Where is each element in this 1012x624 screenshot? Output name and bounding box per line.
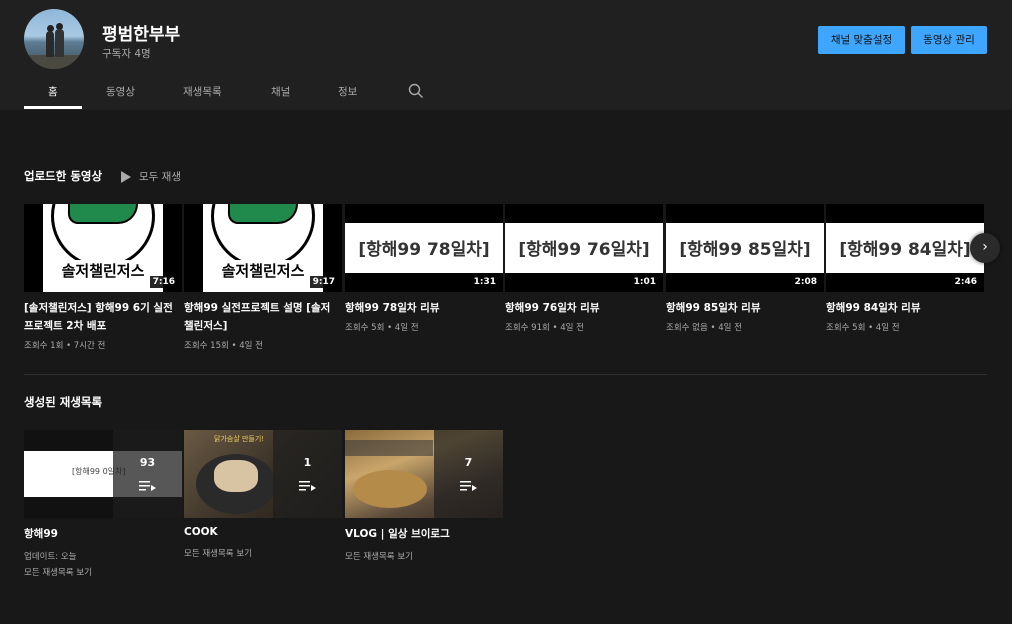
video-thumbnail[interactable]: [항해99 78일차] 1:31 xyxy=(345,204,503,292)
playlist-count-overlay: 93 xyxy=(113,430,182,518)
playlist-queue-icon xyxy=(299,481,316,491)
video-card[interactable]: [항해99 78일차] 1:31 항해99 78일차 리뷰 조회수 5회 • 4… xyxy=(345,204,503,333)
video-thumbnail[interactable]: 솔저챌린저스 9:17 xyxy=(184,204,342,292)
video-meta: 조회수 5회 • 4일 전 xyxy=(345,323,419,333)
playlist-card[interactable]: [항해99 0일차] 93 항해99 업데이트: 오늘 모든 재생목록 보기 xyxy=(24,430,182,581)
video-card[interactable]: 솔저챌린저스 9:17 항해99 실전프로젝트 설명 [솔저챌린저스] 조회수 … xyxy=(184,204,342,351)
tab-channels[interactable]: 채널 xyxy=(271,84,290,99)
video-meta: 조회수 15회 • 4일 전 xyxy=(184,341,263,351)
play-icon xyxy=(121,170,131,183)
video-meta: 조회수 91회 • 4일 전 xyxy=(505,323,584,333)
playlist-video-count: 93 xyxy=(139,456,156,469)
playlists-section-title: 생성된 재생목록 xyxy=(24,395,103,409)
playlist-title[interactable]: VLOG | 일상 브이로그 xyxy=(345,526,503,541)
view-full-playlist-link[interactable]: 모든 재생목록 보기 xyxy=(345,549,503,565)
playlist-queue-icon xyxy=(139,481,156,491)
video-card[interactable]: 솔저챌린저스 7:16 [솔저챌린저스] 항해99 6기 실전 프로젝트 2차 … xyxy=(24,204,182,351)
video-title[interactable]: 항해99 78일차 리뷰 xyxy=(345,299,497,317)
section-divider xyxy=(24,374,987,375)
playlist-video-count: 1 xyxy=(303,456,312,469)
video-duration: 9:17 xyxy=(309,276,338,288)
channel-header: 평범한부부 구독자 4명 채널 맞춤설정 동영상 관리 홈 동영상 재생목록 채… xyxy=(0,0,1012,110)
tab-about[interactable]: 정보 xyxy=(338,84,357,99)
search-icon[interactable] xyxy=(408,83,424,99)
video-thumbnail[interactable]: 솔저챌린저스 7:16 xyxy=(24,204,182,292)
view-full-playlist-link[interactable]: 모든 재생목록 보기 xyxy=(184,546,342,562)
video-title[interactable]: 항해99 실전프로젝트 설명 [솔저챌린저스] xyxy=(184,299,336,335)
playlist-card[interactable]: 닭가슴살 만들기! 1 COOK 모든 재생목록 보기 xyxy=(184,430,342,562)
video-card[interactable]: [항해99 76일차] 1:01 항해99 76일차 리뷰 조회수 91회 • … xyxy=(505,204,663,333)
active-tab-indicator xyxy=(24,106,82,109)
playlist-video-count: 7 xyxy=(464,456,473,469)
customize-channel-button[interactable]: 채널 맞춤설정 xyxy=(818,26,905,54)
playlist-thumbnail[interactable]: [항해99 0일차] 93 xyxy=(24,430,182,518)
playlist-updated: 업데이트: 오늘 xyxy=(24,552,77,562)
video-thumbnail[interactable]: [항해99 85일차] 2:08 xyxy=(666,204,824,292)
playlist-queue-icon xyxy=(460,481,477,491)
tab-videos[interactable]: 동영상 xyxy=(106,84,135,99)
video-meta: 조회수 없음 • 4일 전 xyxy=(666,323,742,333)
video-duration: 1:01 xyxy=(630,276,659,288)
playlist-count-overlay: 1 xyxy=(273,430,342,518)
uploads-section-title: 업로드한 동영상 xyxy=(24,169,103,183)
channel-name: 평범한부부 xyxy=(102,25,181,45)
video-thumbnail[interactable]: [항해99 84일차] 2:46 xyxy=(826,204,984,292)
next-arrow-button[interactable]: › xyxy=(970,233,1000,263)
video-title[interactable]: [솔저챌린저스] 항해99 6기 실전 프로젝트 2차 배포 xyxy=(24,299,176,335)
chevron-right-icon: › xyxy=(982,239,988,255)
play-all-button[interactable]: 모두 재생 xyxy=(121,169,181,184)
manage-videos-button[interactable]: 동영상 관리 xyxy=(911,26,987,54)
channel-avatar[interactable] xyxy=(24,9,84,69)
tab-playlists[interactable]: 재생목록 xyxy=(183,84,222,99)
video-thumbnail[interactable]: [항해99 76일차] 1:01 xyxy=(505,204,663,292)
tab-home[interactable]: 홈 xyxy=(48,84,58,99)
playlist-count-overlay: 7 xyxy=(434,430,503,518)
play-all-label: 모두 재생 xyxy=(139,171,181,183)
video-title[interactable]: 항해99 84일차 리뷰 xyxy=(826,299,978,317)
playlist-card[interactable]: 7 VLOG | 일상 브이로그 모든 재생목록 보기 xyxy=(345,430,503,565)
playlist-title[interactable]: 항해99 xyxy=(24,526,182,541)
video-duration: 1:31 xyxy=(470,276,499,288)
video-meta: 조회수 1회 • 7시간 전 xyxy=(24,341,106,351)
video-duration: 2:46 xyxy=(951,276,980,288)
video-meta: 조회수 5회 • 4일 전 xyxy=(826,323,900,333)
video-card[interactable]: [항해99 84일차] 2:46 항해99 84일차 리뷰 조회수 5회 • 4… xyxy=(826,204,984,333)
playlist-thumbnail[interactable]: 닭가슴살 만들기! 1 xyxy=(184,430,342,518)
video-card[interactable]: [항해99 85일차] 2:08 항해99 85일차 리뷰 조회수 없음 • 4… xyxy=(666,204,824,333)
video-duration: 7:16 xyxy=(149,276,178,288)
playlist-thumbnail[interactable]: 7 xyxy=(345,430,503,518)
playlist-title[interactable]: COOK xyxy=(184,526,342,538)
subscriber-count: 구독자 4명 xyxy=(102,48,151,60)
video-title[interactable]: 항해99 76일차 리뷰 xyxy=(505,299,657,317)
view-full-playlist-link[interactable]: 모든 재생목록 보기 xyxy=(24,565,182,581)
video-title[interactable]: 항해99 85일차 리뷰 xyxy=(666,299,818,317)
video-duration: 2:08 xyxy=(791,276,820,288)
